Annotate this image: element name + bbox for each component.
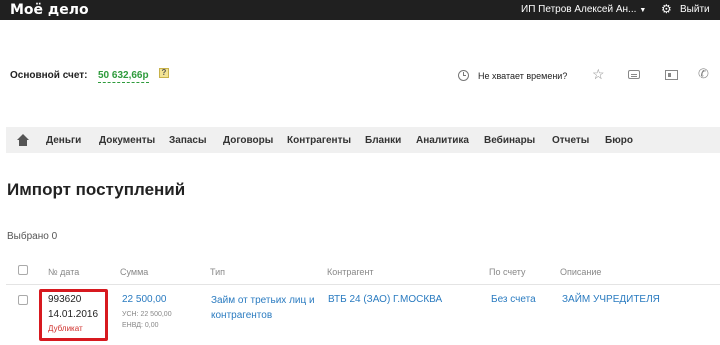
logo[interactable]: Моё дело (10, 2, 89, 18)
nav-item-reports[interactable]: Отчеты (552, 135, 589, 146)
header-divider (6, 284, 720, 285)
nav-item-stock[interactable]: Запасы (169, 135, 207, 146)
no-time-link[interactable]: Не хватает времени? (478, 71, 567, 81)
payment-type-line1[interactable]: Займ от третьих лиц и (211, 295, 315, 306)
select-all-checkbox[interactable] (18, 265, 28, 275)
home-icon[interactable] (17, 134, 29, 146)
star-icon[interactable]: ☆ (592, 66, 605, 83)
column-header-account[interactable]: По счету (489, 267, 526, 277)
highlight-frame (39, 289, 108, 341)
account-balance[interactable]: 50 632,66р (98, 70, 149, 83)
main-nav: Деньги Документы Запасы Договоры Контраг… (6, 127, 720, 153)
gear-icon[interactable]: ⚙ (661, 3, 672, 16)
row-checkbox[interactable] (18, 295, 28, 305)
usn-amount: УСН: 22 500,00 (122, 311, 172, 318)
nav-item-webinars[interactable]: Вебинары (484, 135, 535, 146)
nav-item-analytics[interactable]: Аналитика (416, 135, 469, 146)
nav-item-bureau[interactable]: Бюро (605, 135, 633, 146)
nav-item-documents[interactable]: Документы (99, 135, 155, 146)
column-header-sum[interactable]: Сумма (120, 267, 148, 277)
user-name: ИП Петров Алексей Ан... (521, 4, 637, 15)
nav-item-forms[interactable]: Бланки (365, 135, 401, 146)
top-bar: Моё дело ИП Петров Алексей Ан... ▼ ⚙ Выйт… (0, 0, 720, 20)
chevron-down-icon: ▼ (639, 7, 647, 14)
nav-item-money[interactable]: Деньги (46, 135, 81, 146)
counterparty-link[interactable]: ВТБ 24 (ЗАО) Г.МОСКВА (328, 294, 442, 305)
envd-amount: ЕНВД: 0,00 (122, 322, 159, 329)
column-header-type[interactable]: Тип (210, 267, 225, 277)
column-header-description[interactable]: Описание (560, 267, 601, 277)
payment-type-line2[interactable]: контрагентов (211, 310, 272, 321)
help-icon[interactable]: ? (159, 68, 169, 78)
contact-card-icon[interactable] (665, 70, 678, 80)
selected-count: Выбрано 0 (7, 231, 58, 242)
column-header-number-date[interactable]: № дата (48, 267, 79, 277)
user-menu[interactable]: ИП Петров Алексей Ан... ▼ (521, 4, 646, 15)
payment-sum[interactable]: 22 500,00 (122, 294, 167, 305)
phone-icon[interactable]: ✆ (698, 66, 709, 82)
nav-item-counterparties[interactable]: Контрагенты (287, 135, 351, 146)
description-link[interactable]: ЗАЙМ УЧРЕДИТЕЛЯ (562, 294, 660, 305)
account-label: Основной счет: (10, 70, 88, 81)
page-title: Импорт поступлений (7, 180, 186, 199)
column-header-counterparty[interactable]: Контрагент (327, 267, 374, 277)
account-link[interactable]: Без счета (491, 294, 536, 305)
clock-icon[interactable] (458, 70, 469, 81)
logout-link[interactable]: Выйти (680, 4, 710, 15)
nav-item-contracts[interactable]: Договоры (223, 135, 273, 146)
chat-icon[interactable] (628, 70, 640, 79)
